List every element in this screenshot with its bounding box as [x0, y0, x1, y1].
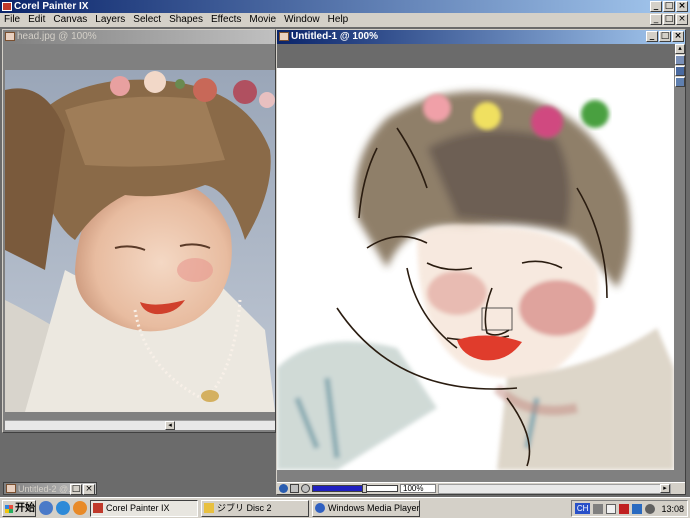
document-icon — [5, 32, 15, 41]
star-tool-icon[interactable] — [675, 77, 685, 87]
menu-file[interactable]: File — [0, 13, 24, 27]
start-button[interactable]: 开始 — [2, 499, 36, 517]
mdi-close-button[interactable]: × — [676, 14, 688, 25]
paper-tool-icon[interactable] — [675, 55, 685, 65]
photo-canvas[interactable] — [5, 70, 275, 412]
ie-icon[interactable] — [56, 501, 70, 515]
scroll-right-arrow[interactable]: ▸ — [660, 483, 670, 493]
menu-help[interactable]: Help — [324, 13, 353, 27]
keyboard-icon[interactable] — [593, 503, 604, 514]
menu-window[interactable]: Window — [280, 13, 324, 27]
volume-icon[interactable] — [645, 503, 656, 514]
document-window-head: head.jpg @ 100% ◂ — [2, 29, 276, 433]
doc-restore-button[interactable]: □ — [659, 31, 671, 42]
task-corel-painter[interactable]: Corel Painter IX — [90, 499, 198, 517]
grid-icon[interactable] — [290, 484, 299, 493]
document-title-bar-active[interactable]: Untitled-1 @ 100% _ □ × — [277, 30, 685, 44]
document-title-bar[interactable]: head.jpg @ 100% — [3, 30, 275, 44]
canvas-side-toolbar: ▴ — [675, 44, 685, 87]
painted-portrait — [277, 68, 674, 470]
app-minimize-button[interactable]: _ — [650, 1, 662, 12]
app-close-button[interactable]: × — [676, 1, 688, 12]
clock: 13:08 — [661, 503, 684, 514]
app-title: Corel Painter IX — [14, 1, 89, 12]
globe-icon[interactable] — [279, 484, 288, 493]
task-label: ジブリ Disc 2 — [217, 502, 272, 513]
show-desktop-icon[interactable] — [39, 501, 53, 515]
reference-photo — [5, 70, 275, 412]
folder-icon — [204, 502, 214, 513]
painting-canvas[interactable] — [277, 68, 674, 470]
document-title: Untitled-1 @ 100% — [291, 31, 378, 42]
menu-shapes[interactable]: Shapes — [165, 13, 207, 27]
language-indicator[interactable]: CH — [574, 503, 591, 514]
zoom-fill — [313, 486, 366, 491]
document-icon — [6, 484, 16, 493]
task-label: Corel Painter IX — [106, 502, 170, 513]
document-icon — [279, 32, 289, 41]
firefox-icon[interactable] — [73, 501, 87, 515]
menu-edit[interactable]: Edit — [24, 13, 49, 27]
mdi-restore-button[interactable]: □ — [663, 14, 675, 25]
taskbar: 开始 Corel Painter IX ジブリ Disc 2 Windows M… — [0, 497, 690, 518]
document-window-untitled-1: Untitled-1 @ 100% _ □ × ▴ 100% ▸ — [276, 29, 686, 495]
antivirus-icon[interactable] — [632, 503, 643, 514]
horizontal-scrollbar-left[interactable]: ◂ — [5, 420, 275, 430]
minimized-document-untitled-2[interactable]: Untitled-2 @... □ × — [3, 482, 97, 495]
menu-bar: File Edit Canvas Layers Select Shapes Ef… — [0, 13, 690, 27]
painter-app-icon[interactable] — [2, 2, 12, 11]
app-restore-button[interactable]: □ — [663, 1, 675, 12]
zoom-slider[interactable] — [312, 484, 398, 493]
doc-minimize-button[interactable]: _ — [646, 31, 658, 42]
mdi-minimize-button[interactable]: _ — [650, 14, 662, 25]
minimized-restore-button[interactable]: □ — [70, 484, 82, 495]
painter-task-icon — [93, 502, 103, 513]
system-tray: CH 13:08 — [570, 500, 688, 517]
zoom-value[interactable]: 100% — [400, 484, 436, 493]
media-player-icon — [315, 502, 325, 513]
zoom-thumb[interactable] — [362, 484, 368, 493]
menu-movie[interactable]: Movie — [245, 13, 280, 27]
menu-canvas[interactable]: Canvas — [49, 13, 91, 27]
minimized-title: Untitled-2 @... — [18, 484, 76, 494]
scroll-left-arrow[interactable]: ◂ — [165, 421, 175, 430]
document-title: head.jpg @ 100% — [17, 31, 97, 42]
menu-select[interactable]: Select — [129, 13, 165, 27]
help-icon[interactable] — [606, 503, 617, 514]
doc-close-button[interactable]: × — [672, 31, 684, 42]
flag-icon[interactable] — [619, 503, 630, 514]
magnifier-icon[interactable] — [301, 484, 310, 493]
app-title-bar: Corel Painter IX _ □ × — [0, 0, 690, 13]
task-label: Windows Media Player — [328, 502, 420, 513]
layer-tool-icon[interactable] — [675, 66, 685, 76]
task-windows-media-player[interactable]: Windows Media Player — [312, 499, 420, 517]
workspace: head.jpg @ 100% ◂ Untitled-1 @ 100% _ □ … — [0, 27, 690, 497]
horizontal-scrollbar-right[interactable]: ▸ — [438, 483, 671, 494]
minimized-close-button[interactable]: × — [83, 484, 95, 495]
menu-effects[interactable]: Effects — [207, 13, 245, 27]
canvas-status-bar: 100% ▸ — [277, 482, 685, 494]
menu-layers[interactable]: Layers — [91, 13, 129, 27]
task-ghibli-disc[interactable]: ジブリ Disc 2 — [201, 499, 309, 517]
scroll-up-arrow[interactable]: ▴ — [675, 44, 685, 54]
